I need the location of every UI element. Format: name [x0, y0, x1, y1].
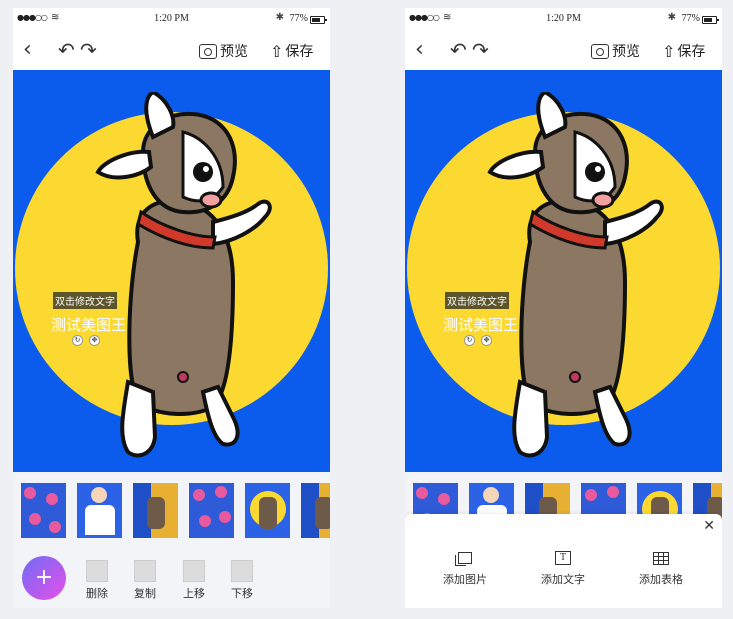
add-table-label: 添加表格	[639, 573, 683, 586]
move-up-icon	[183, 560, 205, 582]
battery-icon	[310, 16, 327, 24]
undo-icon[interactable]: ↶	[450, 38, 467, 62]
poster-canvas[interactable]: 双击修改文字 测试美图王 ↻ ✥	[13, 70, 330, 472]
dog-illustration[interactable]	[475, 92, 675, 472]
add-element-sheet: ✕ 添加图片 T 添加文字 添加表格	[405, 514, 722, 608]
battery-percent: 77%	[681, 13, 700, 24]
table-icon	[653, 551, 669, 565]
nav-bar: ‹ ↶ ↷ 预览 ⇧ 保存	[13, 30, 330, 70]
template-thumb[interactable]	[189, 483, 234, 538]
preview-label: 预览	[612, 44, 640, 60]
copy-icon	[134, 560, 156, 582]
edit-text-hint: 双击修改文字	[445, 292, 509, 309]
preview-button[interactable]: 预览	[591, 40, 640, 62]
template-thumb[interactable]	[21, 483, 66, 538]
back-icon[interactable]: ‹	[23, 38, 32, 62]
rotate-handle-icon[interactable]: ↻	[464, 335, 475, 346]
dog-illustration[interactable]	[83, 92, 283, 472]
eye-icon	[199, 43, 217, 59]
template-thumb[interactable]	[301, 483, 330, 538]
plus-icon: +	[34, 565, 54, 590]
phone-screen-left: ●●●○○ ≋ 1:20 PM ✱ 77% ‹ ↶ ↷ 预览 ⇧ 保存 双击修改…	[13, 8, 330, 608]
poster-canvas[interactable]: 双击修改文字 测试美图王 ↻ ✥	[405, 70, 722, 472]
save-button[interactable]: ⇧ 保存	[662, 40, 705, 62]
move-handle-icon[interactable]: ✥	[89, 335, 100, 346]
nav-bar: ‹ ↶ ↷ 预览 ⇧ 保存	[405, 30, 722, 70]
eye-icon	[591, 43, 609, 59]
copy-label: 复制	[134, 587, 156, 600]
redo-icon[interactable]: ↷	[472, 38, 489, 62]
battery-percent: 77%	[289, 13, 308, 24]
rotate-handle-icon[interactable]: ↻	[72, 335, 83, 346]
text-layer[interactable]: 测试美图王	[51, 314, 126, 335]
preview-label: 预览	[220, 44, 248, 60]
preview-button[interactable]: 预览	[199, 40, 248, 62]
add-image-button[interactable]: 添加图片	[430, 548, 500, 587]
cloud-upload-icon: ⇧	[270, 41, 284, 61]
cloud-upload-icon: ⇧	[662, 41, 676, 61]
delete-label: 删除	[86, 587, 108, 600]
copy-button[interactable]: 复制	[125, 560, 165, 601]
redo-icon[interactable]: ↷	[80, 38, 97, 62]
add-image-label: 添加图片	[443, 573, 487, 586]
move-down-label: 下移	[231, 587, 253, 600]
delete-button[interactable]: 删除	[77, 560, 117, 601]
template-thumb[interactable]	[133, 483, 178, 538]
template-thumb[interactable]	[245, 483, 290, 538]
move-up-button[interactable]: 上移	[174, 560, 214, 601]
move-down-button[interactable]: 下移	[222, 560, 262, 601]
save-label: 保存	[285, 44, 314, 60]
add-table-button[interactable]: 添加表格	[626, 548, 696, 587]
edit-text-hint: 双击修改文字	[53, 292, 117, 309]
delete-icon	[86, 560, 108, 582]
move-down-icon	[231, 560, 253, 582]
move-handle-icon[interactable]: ✥	[481, 335, 492, 346]
text-box-icon: T	[555, 551, 571, 565]
image-stack-icon	[455, 552, 472, 566]
phone-screen-right: ●●●○○ ≋ 1:20 PM ✱ 77% ‹ ↶ ↷ 预览 ⇧ 保存 双击修改…	[405, 8, 722, 608]
template-thumb[interactable]	[77, 483, 122, 538]
close-icon[interactable]: ✕	[703, 518, 715, 534]
move-up-label: 上移	[183, 587, 205, 600]
add-button[interactable]: +	[22, 556, 66, 600]
template-strip	[13, 478, 330, 540]
add-text-button[interactable]: T 添加文字	[528, 548, 598, 587]
save-label: 保存	[677, 44, 706, 60]
text-layer[interactable]: 测试美图王	[443, 314, 518, 335]
battery-icon	[702, 16, 719, 24]
status-bar: ●●●○○ ≋ 1:20 PM ✱ 77%	[405, 8, 722, 30]
undo-icon[interactable]: ↶	[58, 38, 75, 62]
save-button[interactable]: ⇧ 保存	[270, 40, 313, 62]
back-icon[interactable]: ‹	[415, 38, 424, 62]
status-bar: ●●●○○ ≋ 1:20 PM ✱ 77%	[13, 8, 330, 30]
add-text-label: 添加文字	[541, 573, 585, 586]
bluetooth-icon: ✱	[275, 12, 284, 23]
edit-toolbar: + 删除 复制 上移 下移	[13, 540, 330, 608]
bluetooth-icon: ✱	[667, 12, 676, 23]
